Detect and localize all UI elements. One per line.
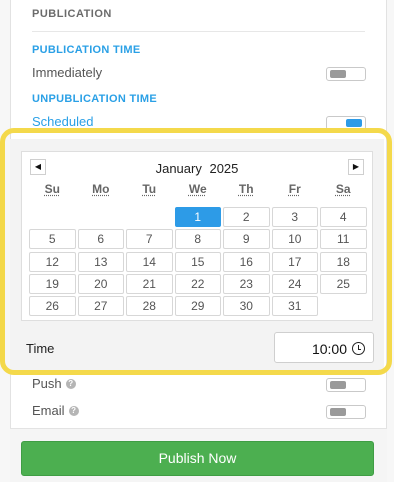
calendar-week-row: 5 6 7 8 9 10 11	[28, 229, 368, 251]
day-23[interactable]: 23	[223, 273, 270, 294]
calendar: ◀ January 2025 ▶ Su Mo Tu We Th Fr Sa 12345678…	[21, 151, 373, 321]
day-27[interactable]: 27	[77, 296, 124, 317]
push-toggle[interactable]	[326, 378, 366, 392]
unpublication-time-title: UNPUBLICATION TIME	[32, 93, 157, 105]
email-toggle[interactable]	[326, 405, 366, 419]
day-31[interactable]: 31	[271, 296, 318, 317]
day-1[interactable]: 1	[174, 207, 221, 227]
section-title: PUBLICATION	[32, 8, 112, 20]
calendar-week-row: 19 20 21 22 23 24 25	[28, 273, 368, 296]
help-icon[interactable]: ?	[65, 379, 76, 389]
toggle-knob	[330, 408, 346, 416]
day-2[interactable]: 2	[223, 207, 270, 227]
day-6[interactable]: 6	[77, 229, 124, 250]
weekday-label: We	[188, 182, 207, 196]
weekday-label: Th	[238, 182, 254, 196]
year-label: 2025	[209, 161, 239, 176]
next-month-button[interactable]: ▶	[348, 159, 364, 175]
time-label: Time	[26, 341, 55, 356]
day-5[interactable]: 5	[29, 229, 76, 250]
day-16[interactable]: 16	[223, 251, 270, 272]
publication-time-title: PUBLICATION TIME	[32, 44, 141, 56]
day-26[interactable]: 26	[29, 296, 76, 317]
help-icon[interactable]: ?	[68, 406, 79, 416]
day-17[interactable]: 17	[271, 251, 318, 272]
month-year-label: January 2025	[22, 161, 372, 176]
day-18[interactable]: 18	[320, 251, 367, 272]
day-14[interactable]: 14	[126, 251, 173, 272]
day-15[interactable]: 15	[174, 251, 221, 272]
schedule-picker: ◀ January 2025 ▶ Su Mo Tu We Th Fr Sa 12345678…	[10, 139, 384, 372]
day-22[interactable]: 22	[174, 273, 221, 294]
clock-icon[interactable]	[352, 342, 365, 355]
publication-time-toggle[interactable]	[326, 67, 366, 81]
calendar-week-row: 26 27 28 29 30 31	[28, 296, 368, 318]
day-19[interactable]: 19	[29, 273, 76, 294]
day-9[interactable]: 9	[223, 229, 270, 250]
weekday-label: Sa	[335, 182, 351, 196]
weekday-label: Su	[44, 182, 60, 196]
weekday-label: Mo	[92, 182, 110, 196]
day-grid: 1 2 3 4 5 6 7 8 9 10 11 12 13 14 15 16 17 18 19 20 21 22 23 24 2…	[28, 207, 368, 318]
day-3[interactable]: 3	[271, 207, 318, 227]
empty-day-cell	[320, 296, 367, 316]
day-10[interactable]: 10	[271, 229, 318, 250]
push-label: Push?	[32, 376, 76, 391]
empty-day-cell	[29, 207, 76, 227]
section-divider	[32, 31, 365, 32]
time-value: 10:00	[311, 341, 347, 357]
day-28[interactable]: 28	[126, 296, 173, 317]
push-label-text: Push	[32, 376, 62, 391]
weekday-label: Fr	[288, 182, 301, 196]
unpublication-time-toggle[interactable]	[326, 116, 366, 130]
calendar-week-row: 12 13 14 15 16 17 18	[28, 251, 368, 274]
day-13[interactable]: 13	[77, 251, 124, 272]
toggle-knob	[346, 119, 362, 127]
day-20[interactable]: 20	[77, 273, 124, 294]
day-25[interactable]: 25	[320, 273, 367, 294]
calendar-week-row: 1234	[28, 207, 368, 229]
publish-now-button[interactable]: Publish Now	[21, 441, 374, 476]
day-29[interactable]: 29	[174, 296, 221, 317]
time-input[interactable]: 10:00	[274, 332, 374, 363]
day-30[interactable]: 30	[223, 296, 270, 317]
day-24[interactable]: 24	[271, 273, 318, 294]
unpublication-time-label[interactable]: Scheduled	[32, 114, 93, 129]
day-7[interactable]: 7	[126, 229, 173, 250]
day-4[interactable]: 4	[320, 207, 367, 227]
day-12[interactable]: 12	[29, 251, 76, 272]
empty-day-cell	[126, 207, 173, 227]
email-label-text: Email	[32, 403, 65, 418]
weekday-header: Su Mo Tu We Th Fr Sa	[28, 182, 368, 196]
email-label: Email?	[32, 403, 79, 418]
day-8[interactable]: 8	[174, 229, 221, 250]
toggle-knob	[330, 70, 346, 78]
publish-bar: Publish Now	[10, 428, 387, 482]
month-label: January	[155, 161, 202, 176]
day-11[interactable]: 11	[320, 229, 367, 250]
weekday-label: Tu	[142, 182, 157, 196]
empty-day-cell	[78, 207, 125, 227]
day-21[interactable]: 21	[126, 273, 173, 294]
toggle-knob	[330, 381, 346, 389]
publication-time-label: Immediately	[32, 65, 103, 80]
